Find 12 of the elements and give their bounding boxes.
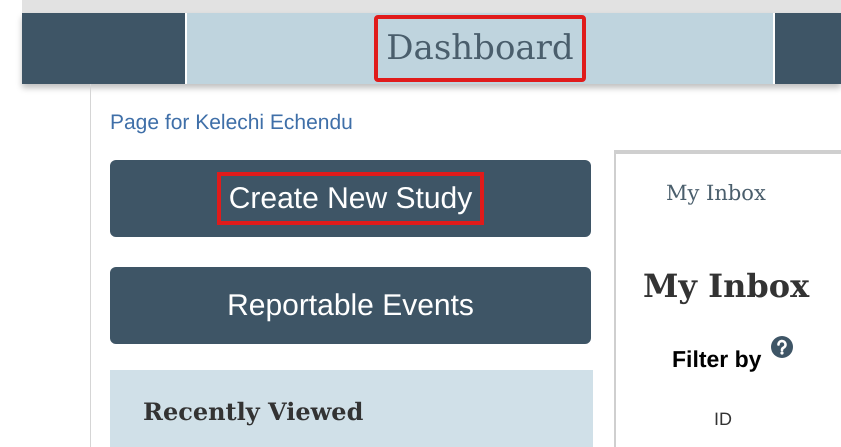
- filter-label: Filter by: [672, 344, 762, 374]
- recently-viewed-title: Recently Viewed: [143, 400, 364, 424]
- action-label: Reportable Events: [226, 288, 475, 324]
- action-label: Create New Study: [216, 172, 484, 225]
- inbox-heading: My Inbox: [643, 266, 810, 306]
- help-icon[interactable]: [771, 336, 794, 358]
- page-title: Page for Kelechi Echendu: [110, 112, 354, 133]
- action-button[interactable]: Create New Study: [110, 160, 591, 237]
- column-header[interactable]: ID: [714, 410, 841, 428]
- inbox-tab[interactable]: My Inbox: [666, 178, 841, 210]
- dashboard-tab[interactable]: Dashboard: [374, 15, 586, 82]
- action-button[interactable]: Reportable Events: [110, 267, 591, 344]
